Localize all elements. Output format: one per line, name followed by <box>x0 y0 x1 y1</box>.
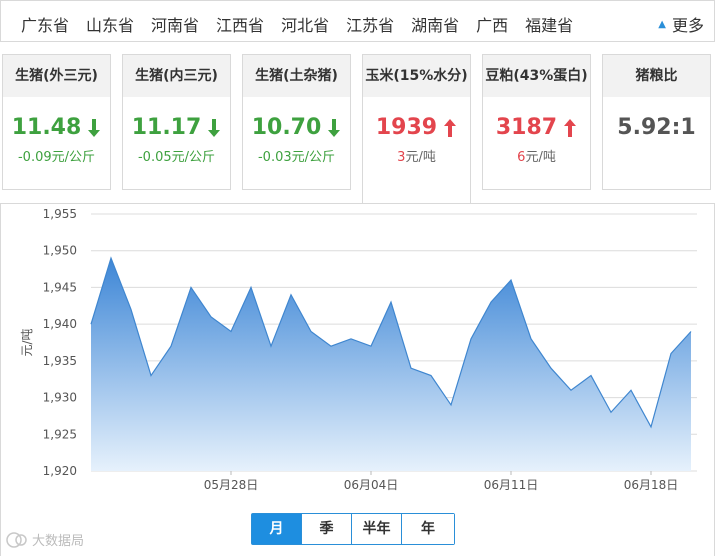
price-card-pig-inner[interactable]: 生猪(内三元) 11.17 -0.05元/公斤 <box>122 54 231 190</box>
card-price: 10.70 <box>243 115 350 140</box>
price-area-chart: 1,955 1,950 1,945 1,940 1,935 1,930 1,925 1,920… <box>20 207 697 492</box>
card-title: 生猪(外三元) <box>3 55 110 97</box>
price-card-pig-outer[interactable]: 生猪(外三元) 11.48 -0.09元/公斤 <box>2 54 111 190</box>
card-title: 玉米(15%水分) <box>363 55 470 97</box>
arrow-down-icon <box>208 118 221 137</box>
card-change: -0.09元/公斤 <box>17 150 96 165</box>
card-change: -0.03元/公斤 <box>257 150 336 165</box>
card-title: 豆粕(43%蛋白) <box>483 55 590 97</box>
x-tick-label: 06月18日 <box>624 478 679 492</box>
card-price: 11.17 <box>123 115 230 140</box>
price-value: 1939 <box>375 115 438 140</box>
province-tab[interactable]: 广东省 <box>21 12 69 36</box>
x-tick-label: 06月04日 <box>344 478 399 492</box>
province-tab[interactable]: 广西 <box>476 12 508 36</box>
y-tick-label: 1,925 <box>43 427 77 441</box>
price-card-pig-grain-ratio[interactable]: 猪粮比 5.92:1 <box>602 54 711 190</box>
y-tick-label: 1,950 <box>43 244 77 258</box>
triangle-up-icon: ▲ <box>658 18 666 30</box>
range-tab-month[interactable]: 月 <box>252 514 302 544</box>
range-tab-year[interactable]: 年 <box>402 514 454 544</box>
price-card-pig-native[interactable]: 生猪(土杂猪) 10.70 -0.03元/公斤 <box>242 54 351 190</box>
arrow-up-icon <box>564 118 577 137</box>
y-tick-label: 1,935 <box>43 354 77 368</box>
card-change: 3元/吨 <box>363 146 470 165</box>
card-title: 猪粮比 <box>603 55 710 97</box>
province-tab[interactable]: 河南省 <box>151 12 199 36</box>
y-tick-label: 1,940 <box>43 317 77 331</box>
price-value: 10.70 <box>251 115 322 140</box>
card-price: 5.92:1 <box>603 115 710 140</box>
y-tick-label: 1,945 <box>43 280 77 294</box>
change-unit: 元/吨 <box>525 150 556 165</box>
province-tab[interactable]: 江西省 <box>216 12 264 36</box>
province-tab[interactable]: 湖南省 <box>411 12 459 36</box>
more-button[interactable]: ▲ 更多 <box>658 12 704 36</box>
price-card-corn[interactable]: 玉米(15%水分) 1939 3元/吨 <box>362 54 471 204</box>
area-fill <box>91 258 691 471</box>
watermark: 大数据局 <box>6 530 84 549</box>
price-value: 11.17 <box>131 115 202 140</box>
watermark-text: 大数据局 <box>32 534 85 549</box>
arrow-down-icon <box>88 118 101 137</box>
card-price: 1939 <box>363 115 470 140</box>
x-tick-label: 05月28日 <box>204 478 259 492</box>
watermark-logo-icon <box>6 531 27 548</box>
y-tick-label: 1,955 <box>43 207 77 221</box>
range-tab-quarter[interactable]: 季 <box>302 514 352 544</box>
price-value: 3187 <box>495 115 558 140</box>
chart-panel: 1,955 1,950 1,945 1,940 1,935 1,930 1,925 1,920… <box>0 203 715 556</box>
price-value: 11.48 <box>11 115 82 140</box>
card-price: 11.48 <box>3 115 110 140</box>
price-card-soymeal[interactable]: 豆粕(43%蛋白) 3187 6元/吨 <box>482 54 591 190</box>
y-axis-label: 元/吨 <box>20 328 34 356</box>
range-tabs: 月 季 半年 年 <box>251 513 455 545</box>
x-tick-label: 06月11日 <box>484 478 539 492</box>
more-label: 更多 <box>671 16 704 35</box>
province-bar: 广东省 山东省 河南省 江西省 河北省 江苏省 湖南省 广西 福建省 ▲ 更多 <box>0 0 715 42</box>
arrow-down-icon <box>328 118 341 137</box>
card-change: -0.05元/公斤 <box>137 150 216 165</box>
card-title: 生猪(内三元) <box>123 55 230 97</box>
province-tab[interactable]: 山东省 <box>86 12 134 36</box>
y-tick-label: 1,930 <box>43 391 77 405</box>
card-price: 3187 <box>483 115 590 140</box>
arrow-up-icon <box>444 118 457 137</box>
y-tick-label: 1,920 <box>43 464 77 478</box>
province-tab[interactable]: 河北省 <box>281 12 329 36</box>
province-list: 广东省 山东省 河南省 江西省 河北省 江苏省 湖南省 广西 福建省 <box>21 12 590 36</box>
range-tab-half-year[interactable]: 半年 <box>352 514 402 544</box>
change-unit: 元/吨 <box>405 150 436 165</box>
price-value: 5.92:1 <box>617 115 696 140</box>
province-tab[interactable]: 江苏省 <box>346 12 394 36</box>
card-change: 6元/吨 <box>483 146 590 165</box>
card-title: 生猪(土杂猪) <box>243 55 350 97</box>
province-tab[interactable]: 福建省 <box>525 12 573 36</box>
